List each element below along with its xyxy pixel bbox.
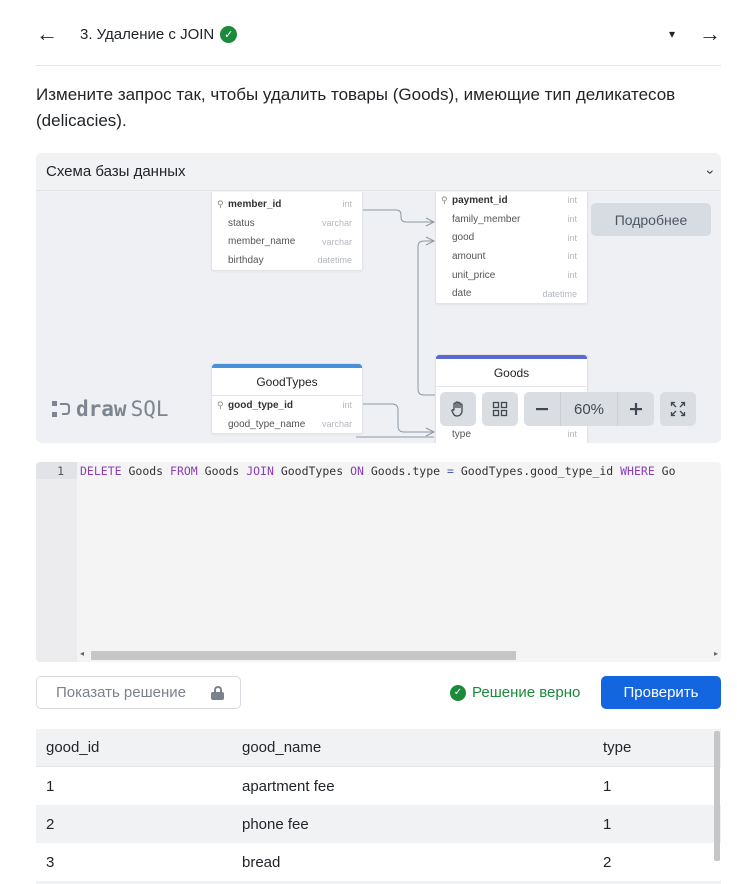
back-arrow-icon[interactable]: ← — [36, 21, 70, 47]
column-header[interactable]: good_name — [232, 739, 593, 756]
table-cell: apartment fee — [242, 777, 335, 795]
check-button[interactable]: Проверить — [601, 676, 721, 709]
table-cell: 2 — [46, 815, 55, 833]
schema-table-title: GoodTypes — [212, 368, 362, 396]
schema-column: good_type_name varchar — [228, 418, 352, 430]
solution-status: ✓ Решение верно — [450, 684, 580, 701]
success-check-icon: ✓ — [450, 684, 466, 701]
collapse-chevron-icon[interactable]: ‹ — [701, 169, 717, 174]
sql-keyword: JOIN — [246, 464, 274, 478]
schema-column: status varchar — [228, 217, 352, 229]
key-icon: ⚲ — [217, 198, 224, 209]
drawsql-logo-icon — [52, 401, 70, 417]
completed-check-icon: ✓ — [220, 25, 238, 43]
table-cell: 1 — [46, 777, 55, 795]
zoom-control: 60% — [524, 392, 654, 426]
table-cell: 1 — [603, 777, 612, 795]
schema-table-payments: ⚲ payment_id int family_member int good … — [435, 192, 588, 305]
schema-column: ⚲ member_id int — [217, 198, 352, 210]
forward-arrow-icon[interactable]: → — [699, 21, 721, 47]
table-cell: 3 — [46, 853, 55, 871]
schema-panel-title: Схема базы данных — [46, 163, 186, 180]
plus-icon — [630, 403, 642, 415]
lesson-header: ← 3. Удаление с JOIN ✓ ▾ → — [36, 14, 721, 54]
fullscreen-button[interactable] — [660, 392, 696, 426]
sql-keyword: ON — [350, 464, 364, 478]
sql-text: Goods.type — [363, 464, 448, 478]
schema-column: unit_price int — [452, 269, 577, 281]
schema-table-title: Goods — [436, 359, 587, 387]
scroll-left-icon[interactable]: ◂ — [80, 649, 84, 658]
drawsql-logo: draw SQL — [50, 397, 169, 421]
table-cell: 2 — [603, 853, 612, 871]
details-button[interactable]: Подробнее — [591, 203, 711, 236]
schema-table-family-members: ⚲ member_id int status varchar member_na… — [211, 192, 363, 271]
column-header[interactable]: good_id — [36, 739, 232, 756]
grid-icon — [492, 401, 508, 417]
show-solution-label: Показать решение — [56, 684, 186, 701]
task-description: Измените запрос так, чтобы удалить товар… — [36, 85, 676, 130]
lesson-title: 3. Удаление с JOIN ✓ — [80, 25, 238, 43]
table-row: 1 apartment fee 1 — [36, 767, 721, 805]
sql-keyword: FROM — [170, 464, 198, 478]
key-icon: ⚲ — [441, 194, 448, 205]
zoom-in-button[interactable] — [618, 392, 654, 426]
schema-column: birthday datetime — [228, 254, 352, 266]
sql-keyword: DELETE — [80, 464, 122, 478]
schema-column: family_member int — [452, 213, 577, 225]
lesson-title-text: 3. Удаление с JOIN — [80, 25, 215, 43]
show-solution-button[interactable]: Показать решение — [36, 676, 241, 709]
sql-text: Go — [654, 464, 676, 478]
grid-view-button[interactable] — [482, 392, 518, 426]
header-divider — [36, 65, 721, 66]
zoom-level: 60% — [560, 392, 618, 426]
zoom-toolbar: 60% — [440, 392, 696, 426]
column-header[interactable]: type — [593, 739, 721, 756]
code-line[interactable]: DELETE Goods FROM Goods JOIN GoodTypes O… — [80, 464, 676, 478]
table-row: 3 bread 2 — [36, 843, 721, 881]
zoom-out-button[interactable] — [524, 392, 560, 426]
schema-canvas[interactable]: ⚲ member_id int status varchar member_na… — [36, 192, 721, 443]
pan-hand-button[interactable] — [440, 392, 476, 426]
sql-editor[interactable]: 1 DELETE Goods FROM Goods JOIN GoodTypes… — [36, 462, 721, 662]
results-table: good_id good_name type 1 apartment fee 1… — [36, 729, 721, 884]
vertical-scrollbar[interactable] — [714, 731, 720, 861]
schema-column: ⚲ payment_id int — [441, 194, 577, 206]
line-number: 1 — [57, 464, 64, 478]
sql-keyword: WHERE — [620, 464, 655, 478]
editor-gutter: 1 — [36, 462, 77, 662]
sql-text: Goods — [121, 464, 171, 478]
solution-status-text: Решение верно — [472, 684, 581, 701]
table-row: 2 phone fee 1 — [36, 805, 721, 843]
key-icon: ⚲ — [217, 399, 224, 410]
scroll-right-icon[interactable]: ▸ — [714, 649, 718, 658]
sql-text: Goods — [197, 464, 247, 478]
schema-panel: Схема базы данных ‹ ⚲ member_id int stat… — [36, 153, 721, 443]
hand-icon — [451, 401, 463, 417]
fullscreen-icon — [670, 401, 686, 417]
table-cell: bread — [242, 853, 281, 871]
table-cell: 1 — [603, 815, 612, 833]
schema-column: ⚲ good_type_id int — [217, 399, 352, 411]
results-header-row: good_id good_name type — [36, 729, 721, 767]
lock-icon — [211, 685, 224, 700]
scrollbar-thumb[interactable] — [91, 651, 516, 660]
sql-operator: = — [447, 464, 454, 478]
sql-text: GoodTypes.good_type_id — [453, 464, 621, 478]
schema-table-goodtypes: GoodTypes ⚲ good_type_id int good_type_n… — [211, 363, 363, 435]
schema-column: good int — [452, 232, 577, 244]
table-cell: phone fee — [242, 815, 309, 833]
lesson-dropdown-icon[interactable]: ▾ — [669, 27, 675, 41]
schema-column: date datetime — [452, 288, 577, 300]
schema-panel-header[interactable]: Схема базы данных ‹ — [36, 153, 721, 191]
minus-icon — [536, 408, 548, 411]
schema-column: member_name varchar — [228, 236, 352, 248]
sql-text: GoodTypes — [273, 464, 351, 478]
schema-column: amount int — [452, 250, 577, 262]
schema-column: type int — [452, 428, 577, 440]
horizontal-scrollbar[interactable]: ◂ ▸ — [77, 648, 721, 662]
